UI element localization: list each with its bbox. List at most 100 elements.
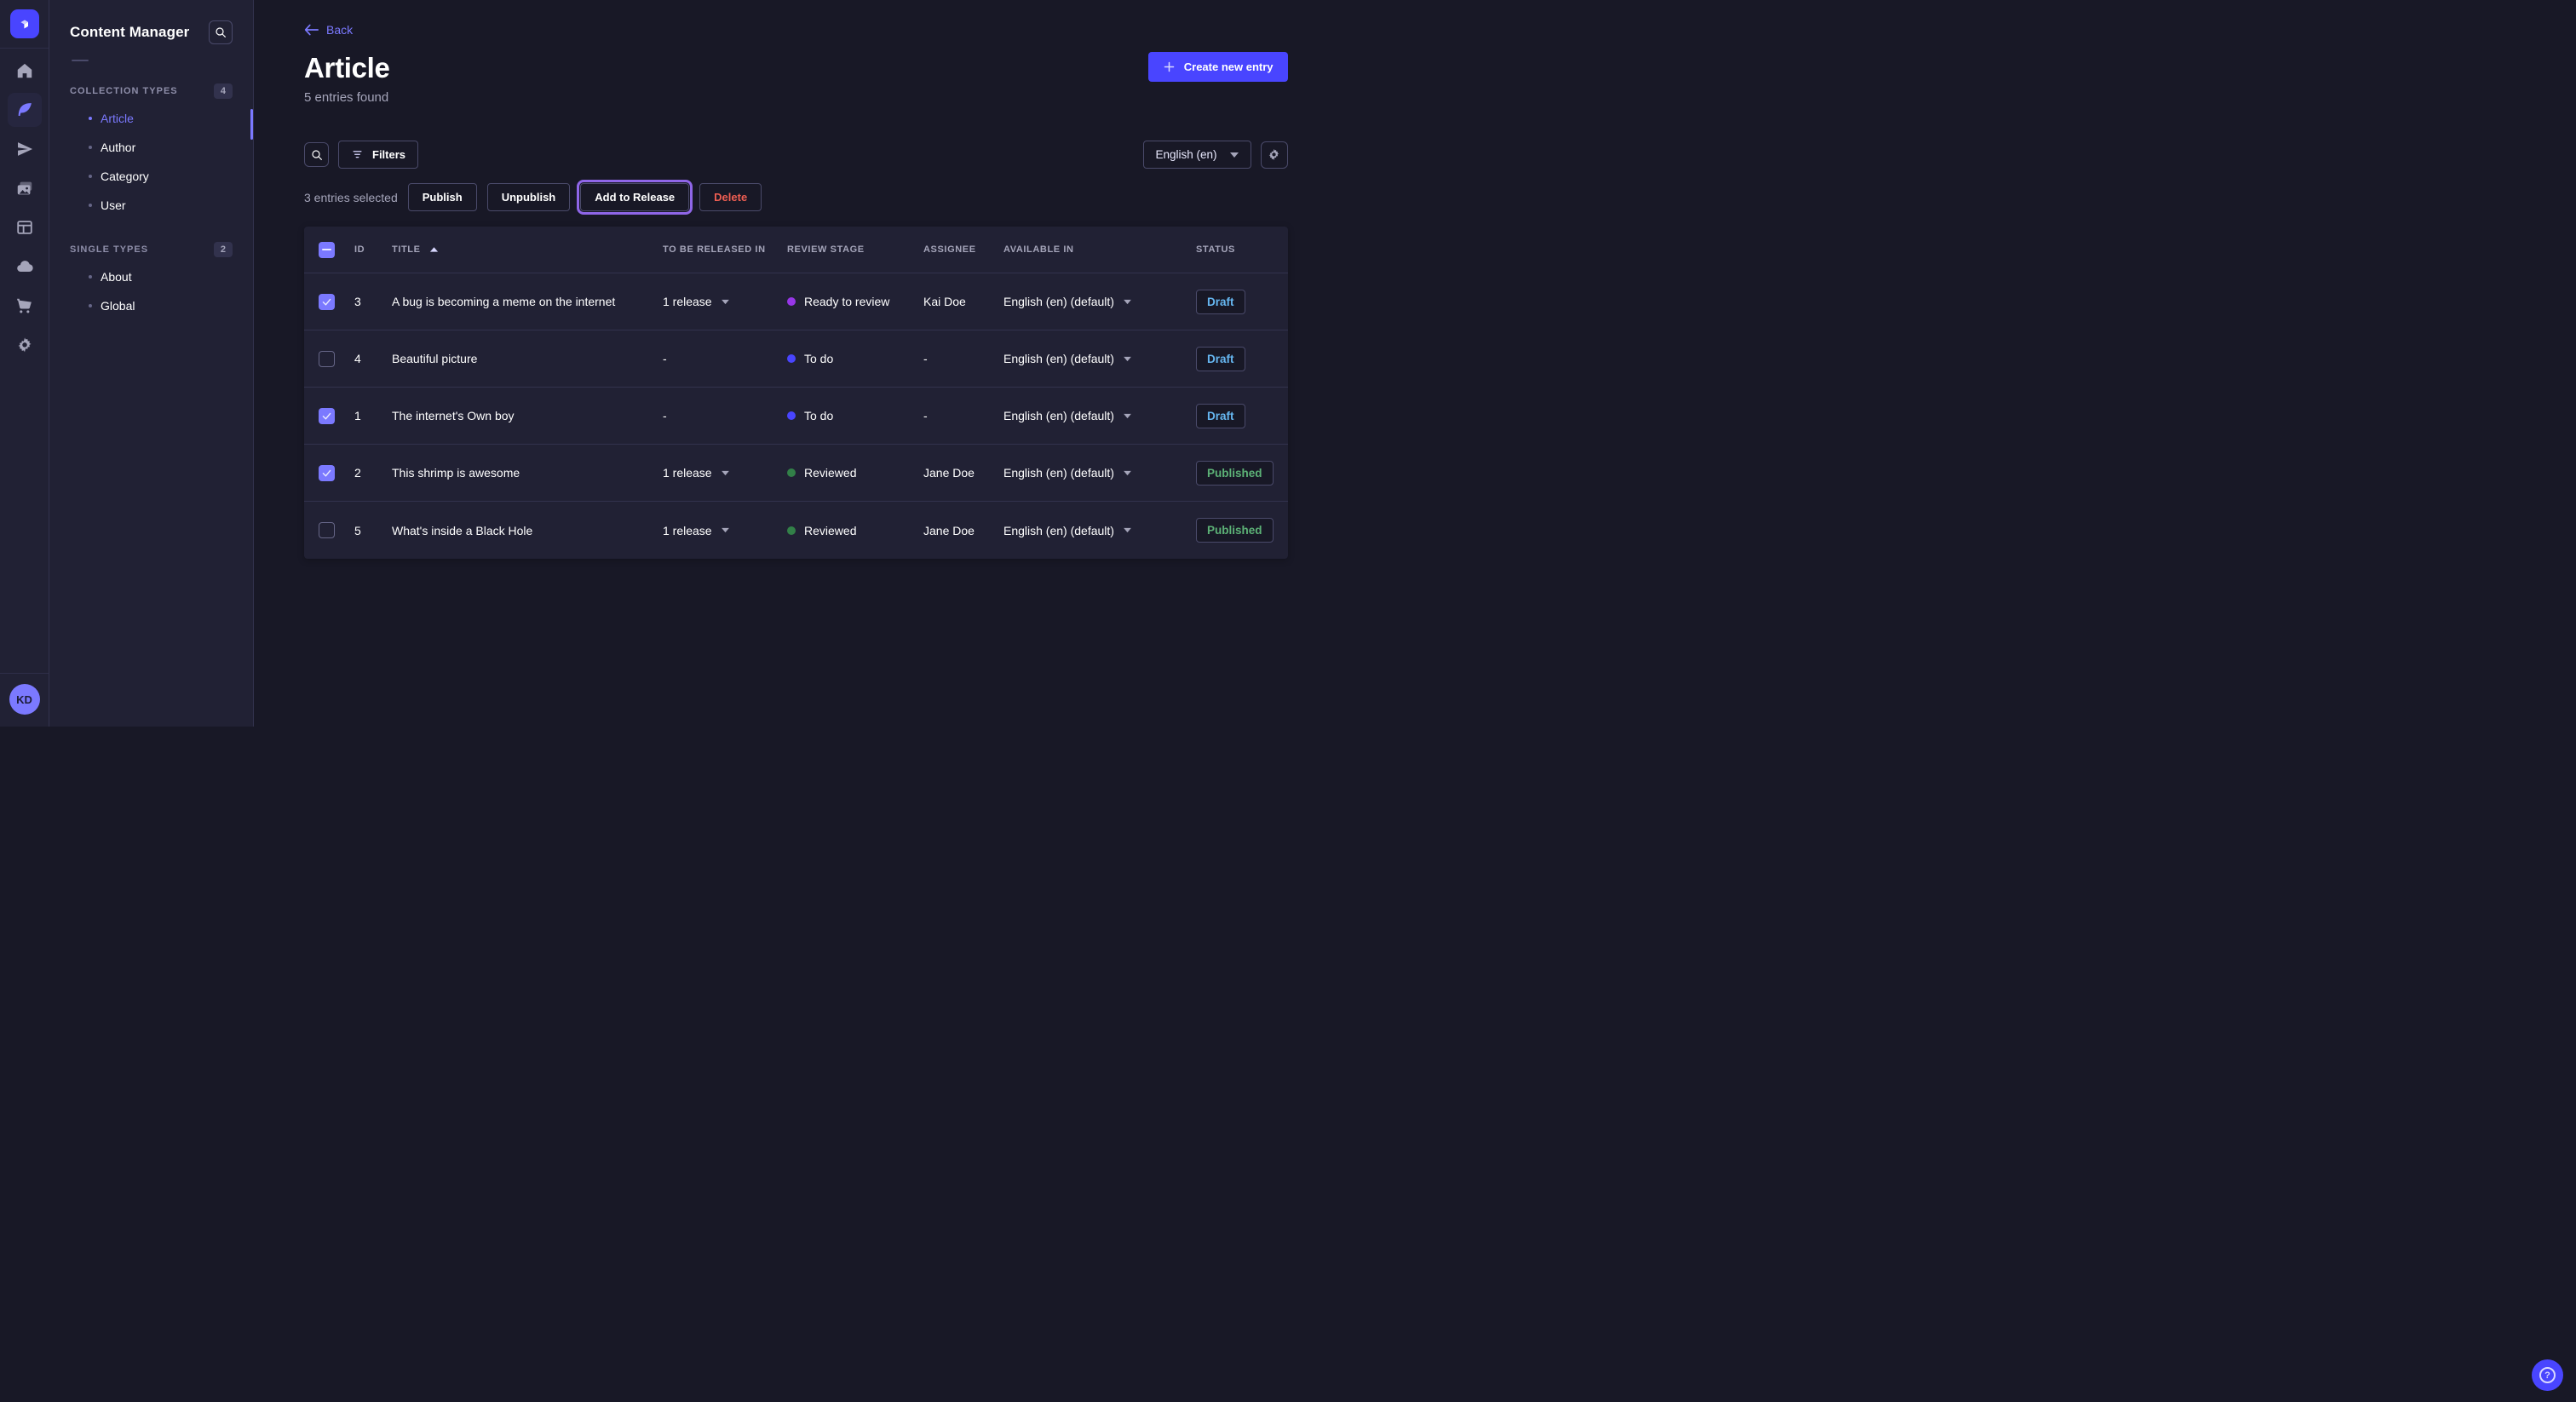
gear-icon [1267, 147, 1281, 162]
unpublish-button[interactable]: Unpublish [487, 183, 571, 211]
table-row[interactable]: 1 The internet's Own boy - To do - Engli… [304, 388, 1288, 445]
column-header-id[interactable]: ID [354, 244, 392, 255]
stage-dot-icon [787, 468, 796, 477]
cell-release[interactable]: 1 release [663, 295, 787, 308]
cell-review-stage: Reviewed [787, 466, 923, 480]
column-header-status[interactable]: STATUS [1196, 244, 1274, 255]
cell-review-stage: Ready to review [787, 295, 923, 308]
strapi-logo[interactable] [10, 9, 39, 38]
home-button[interactable] [8, 54, 42, 88]
divider [72, 60, 89, 61]
cell-available-in[interactable]: English (en) (default) [1003, 524, 1196, 537]
view-settings-button[interactable] [1261, 141, 1288, 169]
app-root: KD Content Manager COLLECTION TYPES4Arti… [0, 0, 1336, 727]
cart-icon [15, 296, 34, 315]
select-all-checkbox[interactable] [319, 242, 335, 258]
releases-button[interactable] [8, 132, 42, 166]
toolbar: Filters English (en) [304, 141, 1288, 169]
section-label: SINGLE TYPES [70, 244, 148, 255]
cell-status: Draft [1196, 347, 1274, 371]
cell-id: 4 [354, 352, 392, 365]
sidebar-item-global[interactable]: Global [70, 291, 233, 320]
cell-available-in[interactable]: English (en) (default) [1003, 295, 1196, 308]
sidebar-header: Content Manager [70, 20, 233, 44]
cell-review-stage: To do [787, 352, 923, 365]
cell-assignee: Jane Doe [923, 466, 1003, 480]
cell-release[interactable]: - [663, 352, 787, 365]
entries-table: ID TITLE TO BE RELEASED IN REVIEW STAGE … [304, 227, 1288, 559]
content-manager-button[interactable] [8, 93, 42, 127]
column-header-title[interactable]: TITLE [392, 244, 663, 255]
row-checkbox[interactable] [319, 351, 335, 367]
help-button[interactable]: ? [2532, 1359, 2563, 1391]
row-checkbox[interactable] [319, 408, 335, 424]
page-title: Article [304, 52, 390, 84]
sidebar-items: ArticleAuthorCategoryUser [70, 104, 233, 220]
back-arrow-icon [304, 24, 319, 36]
column-header-review-stage[interactable]: REVIEW STAGE [787, 244, 923, 255]
available-in-value: English (en) (default) [1003, 295, 1114, 308]
active-indicator [250, 109, 253, 140]
sidebar-item-article[interactable]: Article [70, 104, 233, 133]
cell-available-in[interactable]: English (en) (default) [1003, 352, 1196, 365]
cell-release[interactable]: 1 release [663, 524, 787, 537]
row-checkbox[interactable] [319, 465, 335, 481]
sidebar-item-user[interactable]: User [70, 191, 233, 220]
table-row[interactable]: 4 Beautiful picture - To do - English (e… [304, 330, 1288, 388]
add-to-release-button[interactable]: Add to Release [580, 183, 689, 211]
main-content: Back Article 5 entries found Create new … [254, 0, 1337, 727]
stage-dot-icon [787, 526, 796, 535]
column-header-assignee[interactable]: ASSIGNEE [923, 244, 1003, 255]
cell-release[interactable]: 1 release [663, 466, 787, 480]
settings-button-rail[interactable] [8, 328, 42, 362]
review-stage-value: To do [804, 352, 833, 365]
media-library-button[interactable] [8, 171, 42, 205]
create-entry-button[interactable]: Create new entry [1148, 52, 1288, 82]
available-in-value: English (en) (default) [1003, 409, 1114, 422]
search-button[interactable] [304, 142, 329, 167]
sidebar-search-button[interactable] [209, 20, 233, 44]
cell-assignee: Jane Doe [923, 524, 1003, 537]
deploy-cloud-button[interactable] [8, 250, 42, 284]
cell-assignee: - [923, 352, 1003, 365]
status-badge: Draft [1196, 290, 1245, 314]
release-value: 1 release [663, 466, 712, 480]
section-count-badge: 2 [214, 242, 233, 257]
column-header-release[interactable]: TO BE RELEASED IN [663, 244, 787, 255]
user-avatar[interactable]: KD [9, 684, 40, 715]
column-header-title-label: TITLE [392, 244, 421, 255]
sidebar-item-label: About [101, 270, 132, 284]
sidebar-item-about[interactable]: About [70, 262, 233, 291]
table-row[interactable]: 3 A bug is becoming a meme on the intern… [304, 273, 1288, 330]
release-value: 1 release [663, 524, 712, 537]
delete-button[interactable]: Delete [699, 183, 762, 211]
bullet-icon [89, 275, 92, 279]
table-row[interactable]: 5 What's inside a Black Hole 1 release R… [304, 502, 1288, 559]
cell-release[interactable]: - [663, 409, 787, 422]
publish-button[interactable]: Publish [408, 183, 477, 211]
locale-select[interactable]: English (en) [1143, 141, 1251, 169]
sidebar-item-author[interactable]: Author [70, 133, 233, 162]
table-row[interactable]: 2 This shrimp is awesome 1 release Revie… [304, 445, 1288, 502]
row-checkbox[interactable] [319, 294, 335, 310]
media-icon [15, 179, 34, 198]
cell-available-in[interactable]: English (en) (default) [1003, 466, 1196, 480]
sidebar-item-category[interactable]: Category [70, 162, 233, 191]
row-checkbox[interactable] [319, 522, 335, 538]
filters-button[interactable]: Filters [338, 141, 418, 169]
bullet-icon [89, 204, 92, 207]
back-link[interactable]: Back [304, 23, 353, 37]
content-type-builder-button[interactable] [8, 210, 42, 244]
marketplace-button[interactable] [8, 289, 42, 323]
divider [0, 673, 49, 674]
sidebar-section: COLLECTION TYPES4ArticleAuthorCategoryUs… [70, 83, 233, 220]
status-badge: Draft [1196, 347, 1245, 371]
stage-dot-icon [787, 411, 796, 420]
gear-icon [15, 336, 34, 354]
release-value: - [663, 352, 667, 365]
cell-available-in[interactable]: English (en) (default) [1003, 409, 1196, 422]
section-count-badge: 4 [214, 83, 233, 99]
sidebar-section: SINGLE TYPES 2 About Global [70, 242, 233, 320]
nav-rail: KD [0, 0, 49, 727]
column-header-available-in[interactable]: AVAILABLE IN [1003, 244, 1196, 255]
